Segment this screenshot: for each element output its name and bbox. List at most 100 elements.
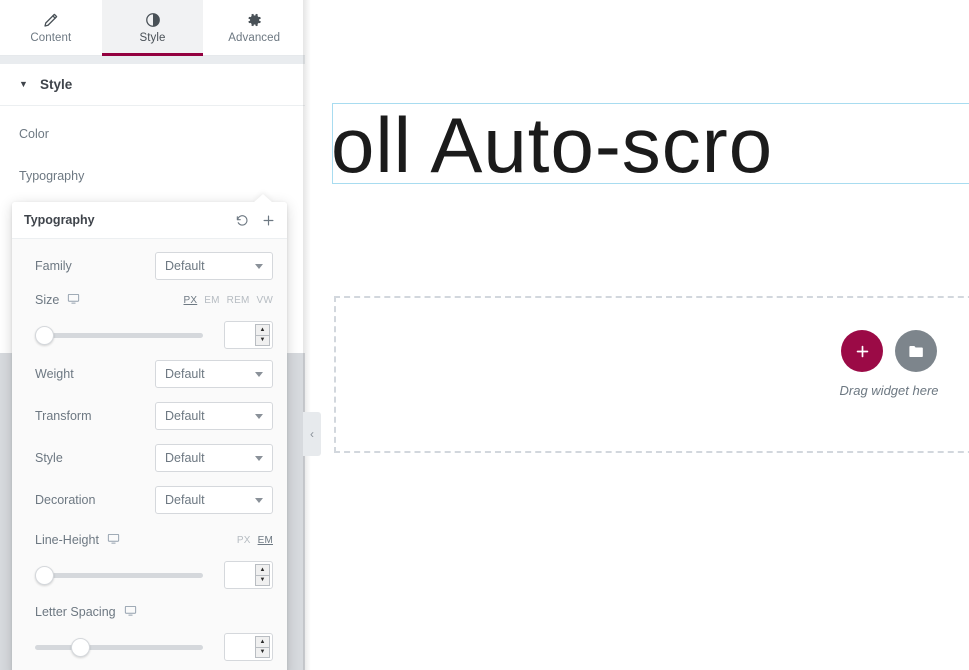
control-row-style: Style Default: [12, 437, 287, 479]
desktop-icon[interactable]: [124, 604, 137, 620]
stepper-down-icon[interactable]: ▼: [256, 336, 269, 346]
dropzone-hint: Drag widget here: [839, 383, 939, 398]
control-row-letter-spacing: Letter Spacing: [12, 599, 287, 625]
heading-text: roll Auto-scro: [332, 103, 774, 184]
control-row-weight: Weight Default: [12, 353, 287, 395]
stepper-down-icon[interactable]: ▼: [256, 576, 269, 586]
control-row-color: Color: [0, 113, 305, 263]
weight-select[interactable]: Default: [155, 360, 273, 388]
unit-rem[interactable]: REM: [227, 295, 250, 306]
size-number-input[interactable]: ▲ ▼: [224, 321, 273, 349]
unit-vw[interactable]: VW: [256, 295, 273, 306]
decoration-select-value: Default: [165, 493, 205, 507]
letter-spacing-stepper[interactable]: ▲ ▼: [255, 636, 270, 658]
size-stepper[interactable]: ▲ ▼: [255, 324, 270, 346]
popover-title: Typography: [24, 213, 95, 227]
slider-thumb[interactable]: [71, 638, 90, 657]
control-row-decoration: Decoration Default: [12, 479, 287, 521]
control-row-typography: Typography: [0, 155, 305, 347]
weight-select-value: Default: [165, 367, 205, 381]
preview-canvas: roll Auto-scro Drag widget here: [305, 0, 969, 670]
unit-px[interactable]: PX: [184, 295, 198, 306]
control-row-size: Size PX EM REM VW: [12, 287, 287, 313]
stepper-up-icon[interactable]: ▲: [256, 565, 269, 576]
chevron-down-icon: [255, 455, 263, 461]
dropzone-content: Drag widget here: [815, 330, 963, 398]
control-label-transform: Transform: [35, 409, 92, 423]
unit-px[interactable]: PX: [237, 535, 251, 546]
slider-track: [35, 332, 203, 338]
gear-icon: [245, 11, 263, 29]
chevron-down-icon: [255, 413, 263, 419]
control-label-family: Family: [35, 259, 72, 273]
size-unit-switcher: PX EM REM VW: [184, 295, 274, 306]
stepper-up-icon[interactable]: ▲: [256, 325, 269, 336]
pencil-icon: [42, 11, 60, 29]
add-icon[interactable]: [257, 209, 279, 231]
line-height-stepper[interactable]: ▲ ▼: [255, 564, 270, 586]
popover-header: Typography: [12, 202, 287, 239]
family-select[interactable]: Default: [155, 252, 273, 280]
style-select[interactable]: Default: [155, 444, 273, 472]
slider-track: [35, 572, 203, 578]
tab-style[interactable]: Style: [101, 0, 204, 56]
stepper-up-icon[interactable]: ▲: [256, 637, 269, 648]
size-slider-row: ▲ ▼: [12, 313, 287, 353]
reset-icon[interactable]: [231, 209, 253, 231]
control-label-weight: Weight: [35, 367, 74, 381]
control-label-style: Style: [35, 451, 63, 465]
popover-actions: [231, 209, 279, 231]
typography-popover: Typography Family Default Size PX EM REM…: [12, 194, 287, 670]
size-slider[interactable]: [35, 325, 203, 345]
tab-content-label: Content: [30, 32, 72, 44]
chevron-down-icon: [255, 263, 263, 269]
chevron-down-icon: ▼: [19, 79, 28, 89]
letter-spacing-slider-row: ▲ ▼: [12, 625, 287, 665]
control-label-size: Size: [35, 292, 80, 308]
decoration-select[interactable]: Default: [155, 486, 273, 514]
control-label-typography: Typography: [19, 169, 85, 183]
add-widget-button[interactable]: [841, 330, 883, 372]
transform-select[interactable]: Default: [155, 402, 273, 430]
tab-style-label: Style: [139, 32, 166, 44]
tab-advanced-label: Advanced: [228, 32, 281, 44]
panel-tabs: Content Style Advanced: [0, 0, 305, 56]
control-label-letter-spacing: Letter Spacing: [35, 604, 137, 620]
desktop-icon[interactable]: [67, 292, 80, 308]
unit-em[interactable]: EM: [258, 535, 273, 546]
section-header-style[interactable]: ▼ Style: [0, 64, 305, 106]
desktop-icon[interactable]: [107, 532, 120, 548]
letter-spacing-number-input[interactable]: ▲ ▼: [224, 633, 273, 661]
panel-divider-band: [0, 56, 305, 64]
transform-select-value: Default: [165, 409, 205, 423]
line-height-slider-row: ▲ ▼: [12, 553, 287, 593]
section-title: Style: [40, 77, 73, 92]
slider-track: [35, 644, 203, 650]
unit-em[interactable]: EM: [204, 295, 219, 306]
control-label-color: Color: [19, 127, 49, 141]
family-select-value: Default: [165, 259, 205, 273]
collapse-panel-handle[interactable]: ‹: [303, 412, 321, 456]
letter-spacing-slider[interactable]: [35, 637, 203, 657]
slider-thumb[interactable]: [35, 566, 54, 585]
slider-thumb[interactable]: [35, 326, 54, 345]
control-row-line-height: Line-Height PX EM: [12, 527, 287, 553]
heading-widget-selected[interactable]: roll Auto-scro: [332, 103, 969, 184]
line-height-slider[interactable]: [35, 565, 203, 585]
line-height-number-input[interactable]: ▲ ▼: [224, 561, 273, 589]
tab-advanced[interactable]: Advanced: [203, 0, 305, 55]
control-row-transform: Transform Default: [12, 395, 287, 437]
chevron-down-icon: [255, 497, 263, 503]
stepper-down-icon[interactable]: ▼: [256, 648, 269, 658]
control-label-decoration: Decoration: [35, 493, 96, 507]
tab-content[interactable]: Content: [0, 0, 102, 55]
popover-body: Family Default Size PX EM REM VW ▲ ▼ Wei…: [12, 239, 287, 670]
control-label-line-height: Line-Height: [35, 532, 120, 548]
line-height-unit-switcher: PX EM: [237, 535, 273, 546]
style-select-value: Default: [165, 451, 205, 465]
folder-icon[interactable]: [895, 330, 937, 372]
control-row-family: Family Default: [12, 245, 287, 287]
elementor-editor: Content Style Advanced ▼ Style Color Typ…: [0, 0, 969, 670]
dropzone-buttons: [841, 330, 937, 372]
contrast-icon: [144, 11, 162, 29]
